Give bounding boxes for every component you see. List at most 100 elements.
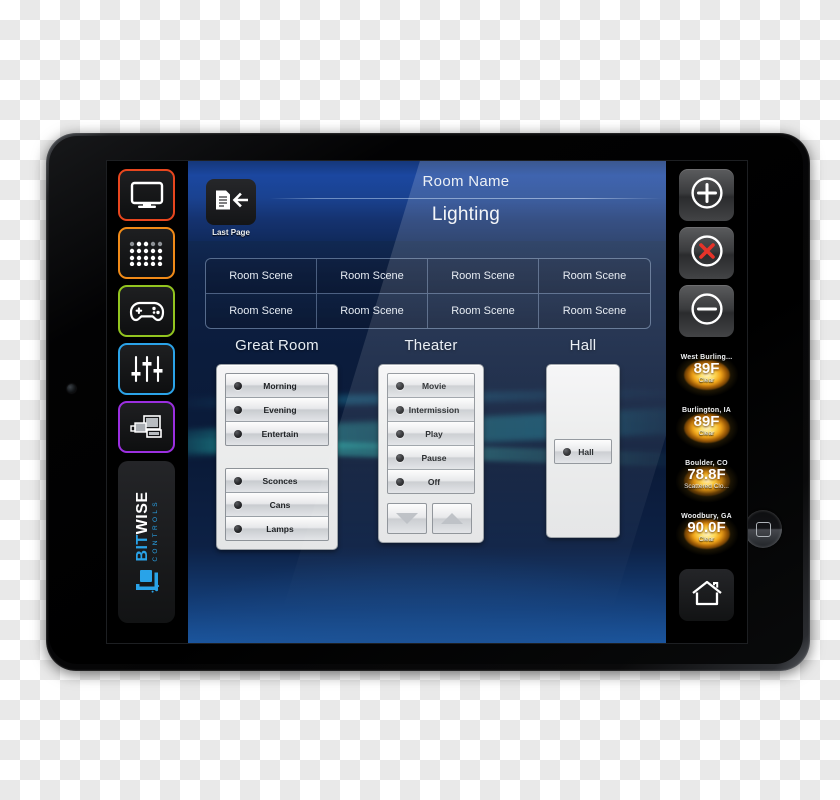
front-camera-icon <box>67 384 76 393</box>
room-scene-button[interactable]: Room Scene <box>539 259 650 294</box>
weather-item[interactable]: West Burling... 89F Clear <box>666 353 747 406</box>
last-page-button[interactable] <box>206 179 256 225</box>
keypad-button[interactable]: Morning <box>226 374 328 398</box>
keypad-button[interactable]: Lamps <box>226 517 328 540</box>
tablet-screen: BITWISE CONTROLS Last Page Room Name Lig… <box>106 160 748 644</box>
keypad-button[interactable]: Entertain <box>226 422 328 445</box>
led-indicator-icon <box>234 405 242 414</box>
keypad-button[interactable]: Hall <box>555 440 611 463</box>
room-scene-button[interactable]: Room Scene <box>539 293 650 328</box>
dim-up-button[interactable] <box>432 503 472 534</box>
sidebar-item-display[interactable] <box>118 169 175 221</box>
zone-title: Hall <box>569 337 597 354</box>
home-hardware-glyph <box>756 522 771 537</box>
weather-temp: 89F <box>693 413 720 430</box>
keypad: Movie Intermission Play Pause Off <box>378 364 484 543</box>
keypad-button[interactable]: Evening <box>226 398 328 422</box>
room-scene-button[interactable]: Room Scene <box>428 259 539 294</box>
main-content: Last Page Room Name Lighting Room Scene … <box>188 161 666 643</box>
add-button[interactable] <box>679 169 734 221</box>
weather-condition: Clear <box>698 430 715 437</box>
room-name: Room Name <box>422 173 510 190</box>
sidebar-item-theater[interactable] <box>118 401 175 453</box>
led-indicator-icon <box>234 381 242 390</box>
triangle-down-icon <box>396 513 418 524</box>
tablet-bezel: BITWISE CONTROLS Last Page Room Name Lig… <box>49 136 803 664</box>
home-icon <box>691 579 723 612</box>
tablet-device: BITWISE CONTROLS Last Page Room Name Lig… <box>46 133 810 671</box>
logo-line1-b: WISE <box>133 491 151 535</box>
room-scene-button[interactable]: Room Scene <box>317 293 428 328</box>
triangle-up-icon <box>441 513 463 524</box>
sliders-icon <box>131 355 163 383</box>
keypad-button[interactable]: Pause <box>388 446 474 470</box>
led-indicator-icon <box>234 524 242 533</box>
led-indicator-icon <box>396 429 404 438</box>
plus-circle-icon <box>690 176 724 215</box>
zone-hall: Hall Hall <box>518 337 648 543</box>
bitwise-wordmark: BITWISE CONTROLS <box>133 491 159 562</box>
room-scene-button[interactable]: Room Scene <box>317 259 428 294</box>
weather-item[interactable]: Burlington, IA 89F Clear <box>666 406 747 459</box>
room-scene-button[interactable]: Room Scene <box>206 293 317 328</box>
keypad-group: Hall <box>554 439 612 464</box>
keypad-button[interactable]: Play <box>388 422 474 446</box>
weather-condition: Clear <box>698 536 715 543</box>
close-button[interactable] <box>679 227 734 279</box>
last-page-label: Last Page <box>212 228 250 237</box>
dot-matrix-keypad-icon <box>128 240 166 266</box>
keypad: Morning Evening Entertain Sconces Cans L… <box>216 364 338 550</box>
game-controller-icon <box>128 298 166 324</box>
sidebar-item-keypad[interactable] <box>118 227 175 279</box>
led-indicator-icon <box>234 429 242 438</box>
projector-screen-icon <box>129 414 165 440</box>
keypad-button[interactable]: Cans <box>226 493 328 517</box>
led-indicator-icon <box>396 453 404 462</box>
keypad-button[interactable]: Off <box>388 470 474 493</box>
home-hardware-button[interactable] <box>744 510 782 548</box>
room-scene-grid: Room Scene Room Scene Room Scene Room Sc… <box>205 258 651 329</box>
weather-item[interactable]: Boulder, CO 78.8F Scattered Clo... <box>666 459 747 512</box>
room-scene-button[interactable]: Room Scene <box>206 259 317 294</box>
zone-theater: Theater Movie Intermission Play Pause Of… <box>356 337 506 543</box>
left-sidebar: BITWISE CONTROLS <box>107 161 188 643</box>
weather-temp: 78.8F <box>687 466 726 483</box>
home-button[interactable] <box>679 569 734 621</box>
zone-title: Great Room <box>235 337 319 354</box>
led-indicator-icon <box>234 500 242 509</box>
sidebar-item-audio[interactable] <box>118 343 175 395</box>
bitwise-controls-logo[interactable]: BITWISE CONTROLS <box>118 461 175 623</box>
keypad-spacer <box>225 446 329 468</box>
weather-temp: 89F <box>693 360 720 377</box>
remove-button[interactable] <box>679 285 734 337</box>
led-indicator-icon <box>396 477 404 486</box>
logo-line1-a: BIT <box>133 534 151 562</box>
weather-condition: Clear <box>698 377 715 384</box>
room-scene-button[interactable]: Room Scene <box>428 293 539 328</box>
page-title: Lighting <box>431 204 501 225</box>
header-divider <box>270 198 662 199</box>
zone-title: Theater <box>404 337 458 354</box>
led-indicator-icon <box>396 381 404 390</box>
bitwise-mark-icon <box>134 567 160 593</box>
right-sidebar: West Burling... 89F Clear Burlington, IA… <box>666 161 747 643</box>
document-back-arrow-icon <box>214 189 249 216</box>
keypad-button[interactable]: Sconces <box>226 469 328 493</box>
led-indicator-icon <box>396 405 404 414</box>
keypad: Hall <box>546 364 620 538</box>
keypad-button[interactable]: Movie <box>388 374 474 398</box>
keypad-group-inner: Hall <box>554 439 612 464</box>
sidebar-item-games[interactable] <box>118 285 175 337</box>
page-header: Last Page Room Name Lighting <box>188 161 666 241</box>
dim-down-button[interactable] <box>387 503 427 534</box>
led-indicator-icon <box>563 447 571 456</box>
dim-controls <box>387 503 475 534</box>
x-circle-icon <box>690 234 724 273</box>
keypad-group: Sconces Cans Lamps <box>225 468 329 541</box>
keypad-button[interactable]: Intermission <box>388 398 474 422</box>
weather-item[interactable]: Woodbury, GA 90.0F Clear <box>666 512 747 565</box>
led-indicator-icon <box>234 476 242 485</box>
zone-row: Great Room Morning Evening Entertain Sco… <box>188 337 666 607</box>
keypad-group: Movie Intermission Play Pause Off <box>387 373 475 494</box>
logo-line2: CONTROLS <box>151 499 159 562</box>
